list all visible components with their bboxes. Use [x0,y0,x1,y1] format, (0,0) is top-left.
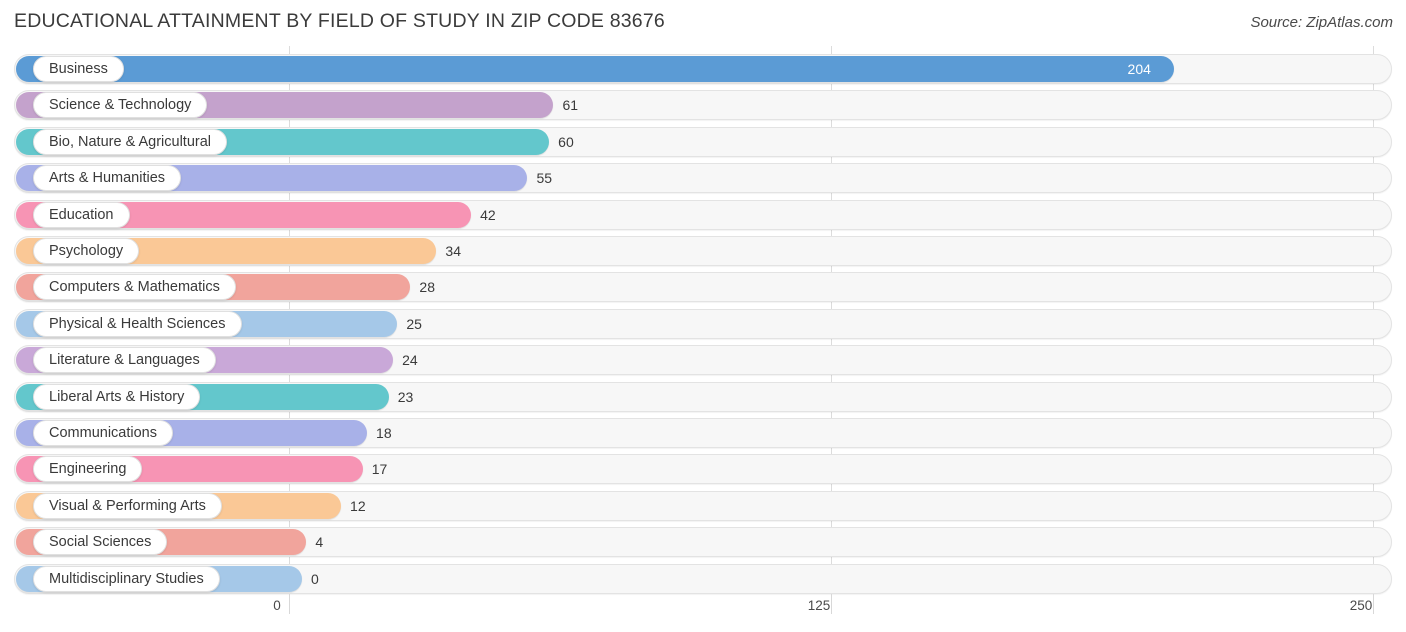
bar-category-label: Physical & Health Sciences [49,315,226,332]
bar-row[interactable]: Visual & Performing Arts 12 [14,490,1392,521]
bar-value-label: 25 [406,315,422,332]
bar-value-label: 18 [376,425,392,441]
bar-category-label: Bio, Nature & Agricultural [49,133,211,150]
bar-category-label: Education [49,206,114,223]
bar-row[interactable]: Bio, Nature & Agricultural 60 [14,126,1392,157]
bar-value-label: 0 [311,570,319,587]
bar-category-pill[interactable]: Multidisciplinary Studies [33,565,220,592]
chart-header: EDUCATIONAL ATTAINMENT BY FIELD OF STUDY… [0,0,1406,46]
axis-tickmark [289,594,290,614]
bar-category-pill[interactable]: Literature & Languages [33,347,216,374]
page-title: EDUCATIONAL ATTAINMENT BY FIELD OF STUDY… [14,10,665,32]
bar-value-label: 4 [315,534,324,551]
bar-value-label: 28 [419,279,435,296]
bar-row[interactable]: Business 204 [14,54,1392,84]
bar-category-pill[interactable]: Psychology [33,238,140,264]
bar-row[interactable]: Arts & Humanities 55 [14,163,1392,194]
bar-row[interactable]: Education 42 [14,199,1392,230]
bar-category-pill[interactable]: Arts & Humanities [33,165,182,192]
bar-category-pill[interactable]: Social Sciences [33,529,168,556]
bar-row[interactable]: Psychology 34 [14,236,1392,266]
bar-row[interactable]: Social Sciences 4 [14,527,1392,558]
axis-tickmark [1373,594,1374,614]
bar-value-label: 204 [1127,61,1151,77]
bar-value-label: 34 [445,243,461,259]
bar-category-label: Liberal Arts & History [49,388,185,405]
bar-category-pill[interactable]: Visual & Performing Arts [33,492,222,519]
bar-rows: Business 204 Science & Technology 61 Bio, Na… [0,46,1406,594]
bar-category-pill[interactable]: Physical & Health Sciences [33,310,242,337]
bar-category-label: Visual & Performing Arts [49,497,206,514]
axis-tick-label: 250 [1349,598,1373,613]
bar[interactable] [16,56,1174,82]
axis-tick-label: 125 [807,598,831,613]
plot-area: Business 204 Science & Technology 61 Bio, Na… [0,46,1406,594]
bar-category-pill[interactable]: Business [33,56,124,82]
bar-category-pill[interactable]: Science & Technology [33,92,208,119]
chart-page: EDUCATIONAL ATTAINMENT BY FIELD OF STUDY… [0,0,1406,632]
bar-row[interactable]: Science & Technology 61 [14,90,1392,121]
bar-row[interactable]: Computers & Mathematics 28 [14,272,1392,303]
bar-category-label: Multidisciplinary Studies [49,570,204,587]
bar-category-label: Arts & Humanities [49,170,166,187]
bar-category-label: Engineering [49,461,127,478]
bar-category-pill[interactable]: Communications [33,420,173,446]
bar-value-label: 17 [371,461,388,478]
bar-value-label: 42 [480,206,496,223]
bar-category-pill[interactable]: Bio, Nature & Agricultural [33,128,227,155]
bar-row[interactable]: Communications 18 [14,418,1392,448]
bar-row[interactable]: Liberal Arts & History 23 [14,381,1392,412]
bar-category-pill[interactable]: Engineering [33,456,143,483]
source-attribution: Source: ZipAtlas.com [1250,14,1393,31]
bar-category-label: Business [49,61,108,77]
bar-category-pill[interactable]: Computers & Mathematics [33,274,236,301]
bar-category-label: Literature & Languages [49,352,200,369]
bar-value-label: 55 [536,170,553,187]
bar-value-label: 61 [562,97,579,114]
axis-tick-label: 0 [273,598,281,613]
axis-tickmark [831,594,832,614]
bar-category-label: Computers & Mathematics [49,279,220,296]
x-axis: 0 125 250 [0,594,1406,632]
bar-value-label: 24 [402,352,418,369]
bar-category-pill[interactable]: Liberal Arts & History [33,383,201,410]
bar-value-label: 23 [397,388,414,405]
bar-value-label: 12 [350,497,366,514]
bar-row[interactable]: Multidisciplinary Studies 0 [14,563,1392,594]
bar-category-pill[interactable]: Education [33,201,130,228]
bar-value-label: 60 [558,133,574,150]
bar-row[interactable]: Literature & Languages 24 [14,345,1392,376]
bar-category-label: Social Sciences [49,534,152,551]
bar-category-label: Communications [49,425,157,441]
bar-category-label: Science & Technology [49,97,192,114]
bar-category-label: Psychology [49,243,124,259]
bar-row[interactable]: Physical & Health Sciences 25 [14,308,1392,339]
bar-row[interactable]: Engineering 17 [14,454,1392,485]
